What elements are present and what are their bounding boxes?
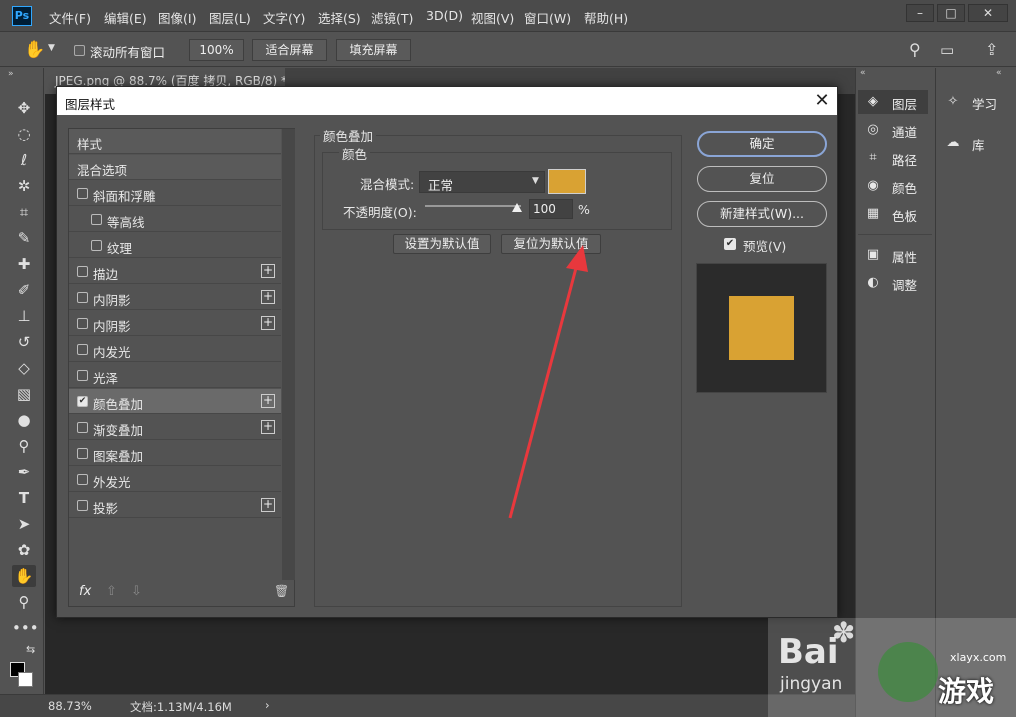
watermark-jingyan: jingyan [780,674,843,694]
paw-icon: ✽ [832,616,856,649]
arrow-shaft [508,267,578,519]
game-logo-icon [878,642,938,702]
watermark-baidu: Bai [778,632,839,672]
arrow-head [566,245,588,272]
watermark-game: 游戏 [938,675,995,708]
annotation-arrow [508,245,588,519]
watermark: Bai ✽ jingyan xlayx.com 游戏 [768,616,1016,717]
watermark-site: xlayx.com [950,651,1007,664]
